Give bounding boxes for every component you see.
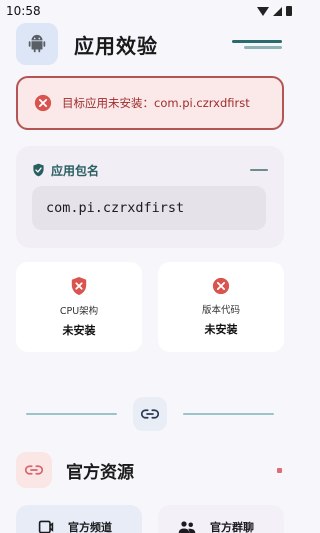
- official-group-button[interactable]: 官方群聊: [158, 505, 284, 533]
- package-card: 应用包名 com.pi.czrxdfirst: [16, 146, 284, 248]
- version-code-value: 未安装: [204, 323, 238, 336]
- divider-line-left: [26, 413, 117, 415]
- package-label: 应用包名: [51, 163, 100, 178]
- package-name-field[interactable]: com.pi.czrxdfirst: [32, 186, 266, 230]
- collapse-icon[interactable]: [250, 169, 268, 171]
- menu-icon[interactable]: [232, 39, 282, 49]
- shield-error-icon: [71, 277, 87, 295]
- cpu-arch-title: CPU架构: [59, 306, 99, 317]
- official-group-label: 官方群聊: [210, 521, 254, 533]
- official-channel-button[interactable]: 官方频道: [16, 505, 142, 533]
- error-banner: 目标应用未安装：com.pi.czrxdfirst: [16, 76, 284, 130]
- error-icon: [34, 94, 52, 112]
- package-card-header: 应用包名: [32, 162, 268, 178]
- cpu-arch-value: 未安装: [62, 324, 96, 337]
- resources-header: 官方资源: [16, 452, 284, 488]
- error-icon: [212, 277, 230, 295]
- app-header: 应用效验: [16, 22, 284, 66]
- group-icon: [178, 521, 196, 533]
- link-icon: [133, 397, 167, 431]
- status-bar: 10:58: [0, 0, 300, 22]
- battery-icon: [286, 6, 292, 16]
- status-time: 10:58: [6, 4, 41, 18]
- wifi-icon: [257, 6, 269, 16]
- status-icons: [257, 6, 292, 16]
- cpu-arch-card: CPU架构 未安装: [16, 262, 142, 352]
- android-icon: [16, 23, 58, 65]
- official-channel-label: 官方频道: [68, 521, 112, 533]
- version-code-title: 版本代码: [201, 305, 240, 316]
- resources-title: 官方资源: [66, 462, 134, 483]
- section-divider: [26, 397, 274, 431]
- signal-icon: [273, 6, 282, 16]
- page-title: 应用效验: [74, 33, 158, 58]
- decor-dot: [277, 467, 282, 473]
- link-icon: [16, 452, 52, 488]
- error-message: 目标应用未安装：com.pi.czrxdfirst: [62, 96, 250, 110]
- version-code-card: 版本代码 未安装: [158, 262, 284, 352]
- shield-check-icon: [33, 163, 44, 177]
- channel-icon: [38, 520, 54, 533]
- divider-line-right: [183, 413, 274, 415]
